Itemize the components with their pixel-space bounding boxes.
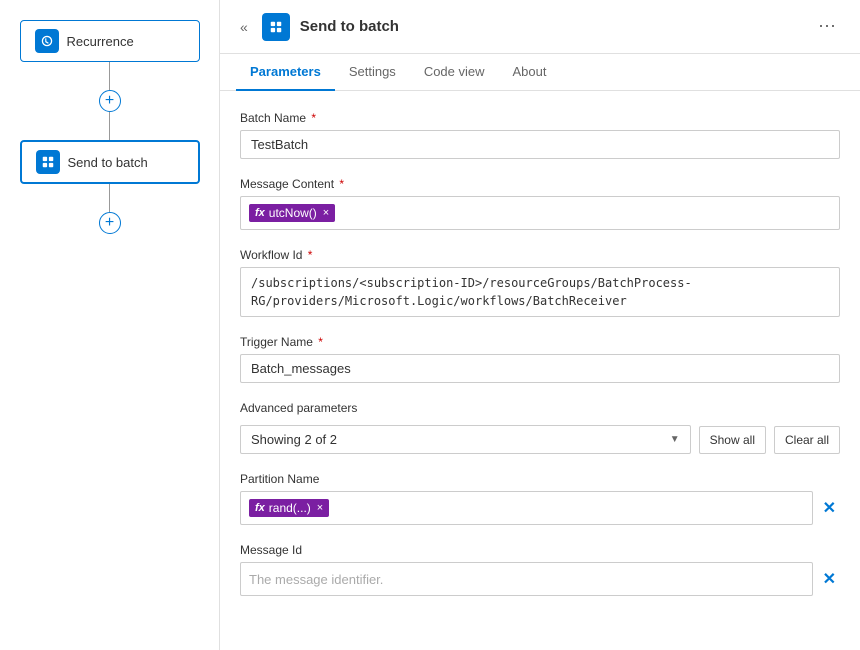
token-text: utcNow() (269, 206, 317, 220)
tab-code-view[interactable]: Code view (410, 54, 499, 91)
tab-parameters[interactable]: Parameters (236, 54, 335, 91)
show-all-button[interactable]: Show all (699, 426, 766, 454)
partition-name-group: Partition Name fx rand(...) × ✕ (240, 472, 840, 525)
advanced-select-text: Showing 2 of 2 (251, 432, 337, 447)
partition-name-row: fx rand(...) × ✕ (240, 491, 840, 525)
advanced-parameters-row: Showing 2 of 2 ▼ Show all Clear all (240, 425, 840, 454)
collapse-button[interactable]: « (236, 15, 252, 39)
workflow-id-label: Workflow Id * (240, 248, 840, 262)
workflow-id-group: Workflow Id * /subscriptions/<subscripti… (240, 248, 840, 317)
panel-title: Send to batch (300, 18, 800, 35)
message-id-input[interactable]: The message identifier. (240, 562, 813, 596)
partition-name-label: Partition Name (240, 472, 840, 486)
message-id-label: Message Id (240, 543, 840, 557)
recurrence-icon (35, 29, 59, 53)
trigger-name-input[interactable] (240, 354, 840, 383)
batch-name-group: Batch Name * (240, 111, 840, 159)
partition-remove-button[interactable]: ✕ (819, 496, 840, 520)
batch-icon (36, 150, 60, 174)
token-fx-icon-2: fx (255, 502, 265, 514)
connector-1 (109, 62, 110, 90)
send-to-batch-label: Send to batch (68, 155, 148, 170)
right-header: « Send to batch ⋯ (220, 0, 860, 54)
tab-settings[interactable]: Settings (335, 54, 410, 91)
message-content-group: Message Content * fx utcNow() × (240, 177, 840, 230)
right-panel: « Send to batch ⋯ Parameters Settings Co… (220, 0, 860, 650)
message-id-placeholder: The message identifier. (249, 572, 383, 587)
connector-2 (109, 112, 110, 140)
trigger-name-group: Trigger Name * (240, 335, 840, 383)
partition-name-input[interactable]: fx rand(...) × (240, 491, 813, 525)
token-close-button[interactable]: × (323, 207, 329, 219)
utcnow-token[interactable]: fx utcNow() × (249, 204, 335, 222)
tab-about[interactable]: About (499, 54, 561, 91)
message-content-label: Message Content * (240, 177, 840, 191)
send-to-batch-node[interactable]: Send to batch (20, 140, 200, 184)
chevron-down-icon: ▼ (670, 434, 680, 445)
left-panel: Recurrence + Send to batch + (0, 0, 220, 650)
token-fx-icon: fx (255, 207, 265, 219)
add-button-1[interactable]: + (99, 90, 121, 112)
advanced-parameters-section: Advanced parameters Showing 2 of 2 ▼ Sho… (240, 401, 840, 454)
recurrence-label: Recurrence (67, 34, 134, 49)
message-id-row: The message identifier. ✕ (240, 562, 840, 596)
recurrence-node[interactable]: Recurrence (20, 20, 200, 62)
add-button-2[interactable]: + (99, 212, 121, 234)
rand-token-close[interactable]: × (317, 502, 323, 514)
rand-token[interactable]: fx rand(...) × (249, 499, 329, 517)
advanced-parameters-label: Advanced parameters (240, 401, 840, 415)
clear-all-button[interactable]: Clear all (774, 426, 840, 454)
header-icon (262, 13, 290, 41)
workflow-id-input[interactable]: /subscriptions/<subscription-ID>/resourc… (240, 267, 840, 317)
more-button[interactable]: ⋯ (810, 12, 844, 41)
advanced-parameters-select[interactable]: Showing 2 of 2 ▼ (240, 425, 691, 454)
rand-token-text: rand(...) (269, 501, 311, 515)
trigger-name-label: Trigger Name * (240, 335, 840, 349)
batch-name-label: Batch Name * (240, 111, 840, 125)
message-content-input[interactable]: fx utcNow() × (240, 196, 840, 230)
message-id-group: Message Id The message identifier. ✕ (240, 543, 840, 596)
form-body: Batch Name * Message Content * fx utcNow… (220, 91, 860, 616)
batch-name-input[interactable] (240, 130, 840, 159)
tabs-bar: Parameters Settings Code view About (220, 54, 860, 91)
connector-3 (109, 184, 110, 212)
message-id-remove-button[interactable]: ✕ (819, 567, 840, 591)
